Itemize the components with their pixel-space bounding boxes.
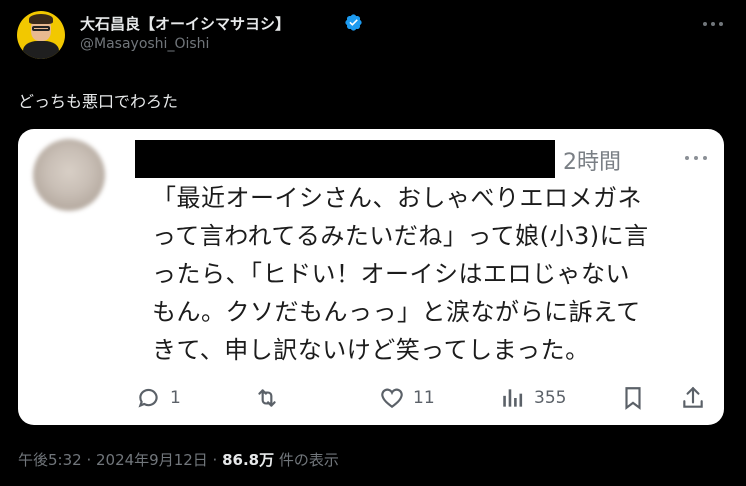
share-icon [683, 386, 703, 408]
quoted-line: きて、申し訳ないけど笑ってしまった。 [152, 336, 590, 364]
quoted-text: 「最近オーイシさん、おしゃべりエロメガネ って言われてるみたいだね」って娘(小3… [152, 179, 722, 369]
views-action: 355 [500, 381, 566, 415]
card-more-options-icon [685, 155, 707, 161]
author-avatar[interactable] [17, 11, 65, 59]
verified-badge-icon [345, 14, 362, 31]
bookmark-icon [625, 387, 641, 410]
tweet-meta: 午後5:32 · 2024年9月12日 · 86.8万 件の表示 [18, 449, 339, 470]
quoted-line: って言われてるみたいだね」って娘(小3)に言 [152, 222, 649, 250]
redacted-name-bar [135, 140, 555, 178]
like-count: 11 [413, 388, 435, 408]
bookmark-action [620, 381, 646, 415]
quoted-time: 2時間 [563, 150, 621, 175]
tweet-text: どっちも悪口でわろた [18, 92, 179, 111]
more-options-icon[interactable] [703, 14, 723, 34]
quoted-action-bar: 1 11 355 [18, 381, 724, 415]
repost-action [254, 381, 280, 415]
quoted-line: ったら、「ヒドい！オーイシはエロじゃない [152, 260, 630, 288]
tweet-timestamp[interactable]: 午後5:32 · 2024年9月12日 · [18, 451, 222, 469]
tweet-views-label: 件の表示 [274, 451, 339, 469]
heart-icon [381, 388, 403, 408]
author-handle[interactable]: @Masayoshi_Oishi [80, 36, 209, 52]
reply-action: 1 [136, 381, 181, 415]
blurred-avatar [33, 139, 105, 211]
reply-count: 1 [170, 388, 181, 408]
author-display-name[interactable]: 大石昌良【オーイシマサヨシ】 [80, 13, 290, 34]
reply-icon [138, 388, 158, 408]
repost-icon [258, 389, 276, 407]
analytics-icon [503, 389, 523, 407]
quoted-line: 「最近オーイシさん、おしゃべりエロメガネ [152, 184, 642, 212]
tweet-views-count: 86.8万 [222, 451, 275, 469]
embedded-tweet-image[interactable]: 2時間 「最近オーイシさん、おしゃべりエロメガネ って言われてるみたいだね」って… [18, 129, 724, 425]
share-action [680, 381, 706, 415]
avatar-hair [29, 14, 53, 24]
avatar-body [23, 41, 59, 59]
like-action: 11 [379, 381, 435, 415]
views-count: 355 [534, 388, 567, 408]
avatar-glasses [32, 26, 50, 31]
quoted-line: もん。クソだもんっっ」と涙ながらに訴えて [152, 298, 641, 326]
